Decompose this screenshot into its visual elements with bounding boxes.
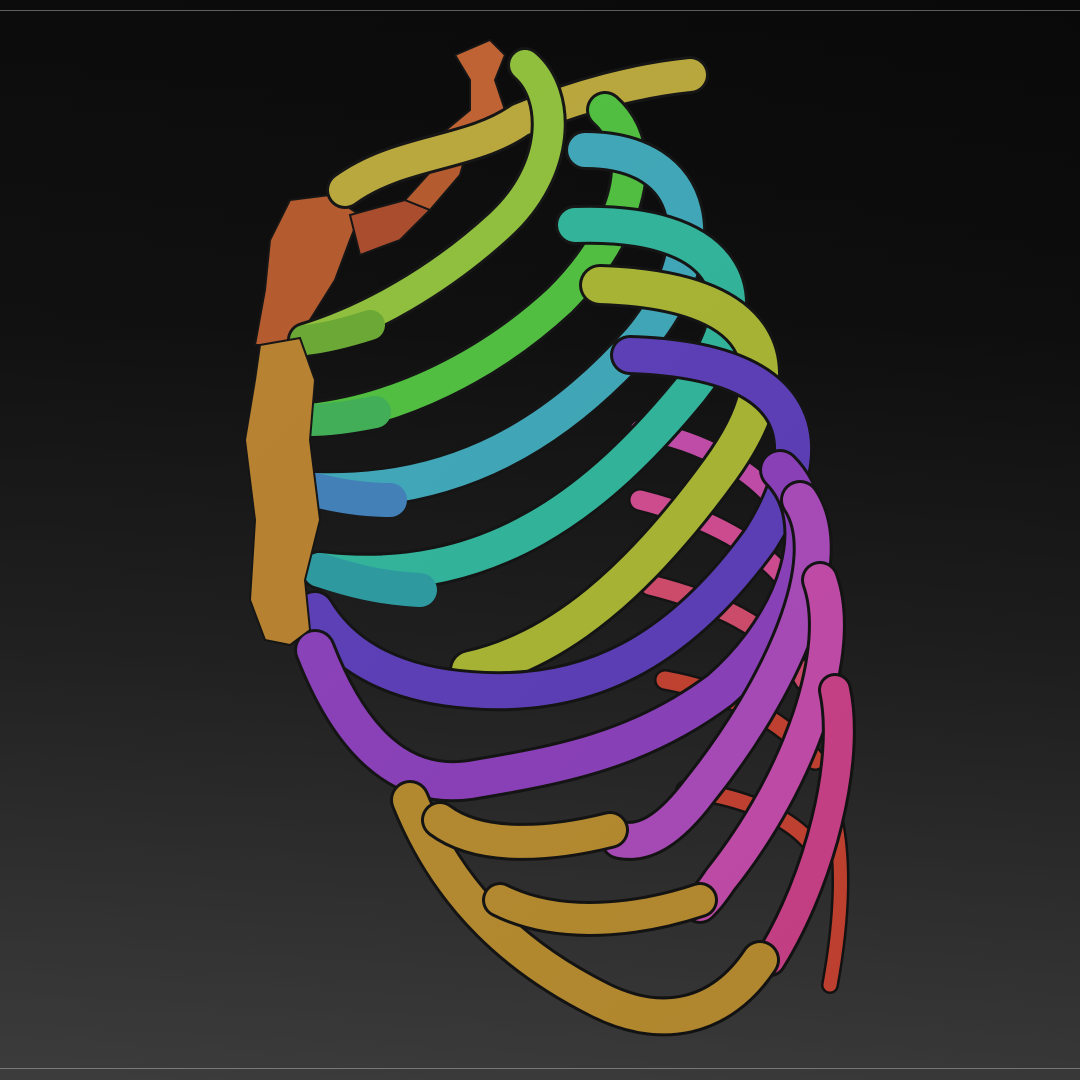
- shading-overlay: [0, 0, 1080, 1080]
- 3d-viewport[interactable]: [0, 0, 1080, 1080]
- ribcage-model[interactable]: [0, 0, 1080, 1080]
